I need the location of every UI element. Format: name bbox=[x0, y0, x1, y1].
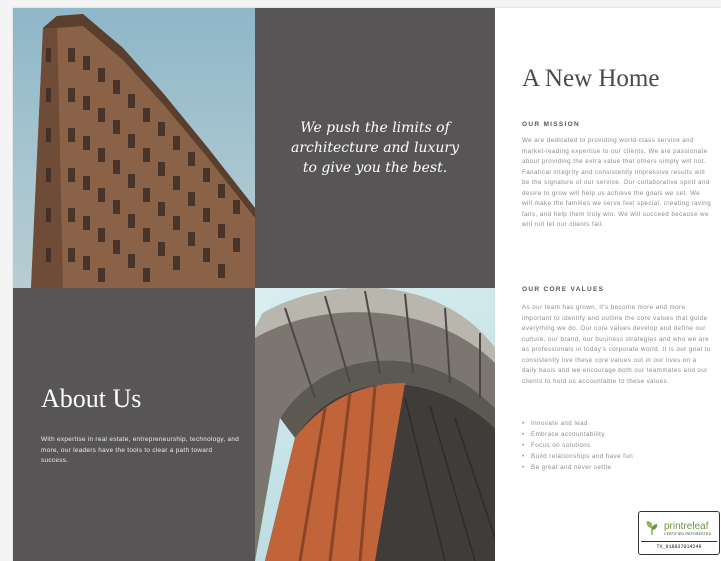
list-item: Be great and never settle bbox=[522, 462, 712, 473]
mission-heading: OUR MISSION bbox=[522, 121, 580, 128]
list-item: Innovate and lead bbox=[522, 418, 712, 429]
text-column: A New Home OUR MISSION We are dedicated … bbox=[522, 8, 718, 561]
about-title: About Us bbox=[41, 384, 142, 413]
leaf-icon bbox=[646, 521, 658, 535]
core-values-heading: OUR CORE VALUES bbox=[522, 286, 605, 293]
badge-brand: printreleaf bbox=[664, 520, 709, 532]
quote-panel: We push the limits of architecture and l… bbox=[255, 8, 495, 288]
about-body: With expertise in real estate, entrepren… bbox=[41, 436, 240, 464]
core-values-body: As our team has grown, it's become more … bbox=[522, 304, 711, 385]
badge-code: TX_918837014249 bbox=[641, 541, 717, 552]
printreleaf-badge: printreleaf CERTIFIED REFORESTED TX_9188… bbox=[638, 511, 720, 555]
main-title: A New Home bbox=[522, 65, 660, 92]
architecture-photo bbox=[255, 288, 495, 561]
building-photo bbox=[13, 8, 255, 288]
list-item: Embrace accountability bbox=[522, 429, 712, 440]
list-item: Build relationships and have fun bbox=[522, 451, 712, 462]
list-item: Focus on solutions bbox=[522, 440, 712, 451]
flatiron-building-image bbox=[31, 14, 255, 288]
about-panel: About Us With expertise in real estate, … bbox=[13, 288, 255, 561]
quote-text: We push the limits of architecture and l… bbox=[291, 120, 459, 176]
curved-architecture-image bbox=[255, 288, 495, 561]
mission-body: We are dedicated to providing world-clas… bbox=[522, 137, 712, 228]
brochure-page: We push the limits of architecture and l… bbox=[13, 8, 721, 561]
badge-subtitle: CERTIFIED REFORESTED bbox=[664, 531, 712, 536]
core-values-list: Innovate and lead Embrace accountability… bbox=[522, 418, 712, 473]
